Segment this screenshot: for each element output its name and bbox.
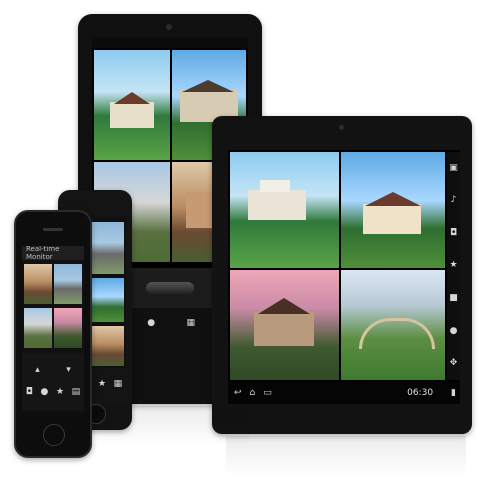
record-icon[interactable]: ● — [147, 318, 155, 328]
mic-icon[interactable]: ♪ — [451, 196, 457, 205]
tablet-nav-bar: ↩ ⌂ ▭ 06:30 ▮ — [228, 382, 460, 404]
android-tablet: ▣ ♪ ◘ ★ ■ ● ✥ ↩ ⌂ ▭ 06:30 ▮ — [212, 116, 472, 434]
camera-feed-7[interactable] — [230, 270, 339, 380]
ipad-scroll-handle[interactable] — [146, 282, 194, 294]
grid-icon[interactable]: ▦ — [114, 379, 123, 389]
record-icon[interactable]: ● — [41, 388, 49, 397]
iphone-controls: ▴ ▾ ◘ ● ★ ▤ — [22, 354, 84, 410]
camera-feed-6[interactable] — [341, 152, 445, 268]
ipad-status-bar — [92, 38, 248, 48]
camera-icon[interactable]: ▣ — [449, 163, 458, 173]
iphone-home-button[interactable] — [43, 424, 65, 446]
iphone-screen: Real-time Monitor ▴ ▾ ◘ ● ★ ▤ — [22, 246, 84, 412]
record-icon[interactable]: ● — [450, 326, 458, 336]
star-icon[interactable]: ★ — [449, 261, 457, 270]
snapshot-icon[interactable]: ◘ — [26, 388, 33, 397]
tablet-right-sidebar: ▣ ♪ ◘ ★ ■ ● ✥ — [447, 152, 460, 380]
home-icon[interactable]: ⌂ — [250, 388, 256, 398]
back-icon[interactable]: ↩ — [234, 388, 242, 398]
zoom-in-icon[interactable]: ▴ — [35, 366, 40, 375]
camera-feed-13[interactable] — [54, 264, 82, 304]
recent-apps-icon[interactable]: ▭ — [263, 388, 272, 398]
camera-feed-11[interactable] — [92, 326, 124, 366]
iphone-device: Real-time Monitor ▴ ▾ ◘ ● ★ ▤ — [14, 210, 92, 458]
camera-feed-12[interactable] — [24, 264, 52, 304]
iphone-speaker — [43, 228, 63, 231]
iphone-title-bar: Real-time Monitor — [22, 246, 84, 261]
zoom-out-icon[interactable]: ▾ — [66, 366, 71, 375]
tablet-reflection — [226, 436, 466, 476]
camera-feed-10[interactable] — [92, 278, 124, 322]
grid-icon[interactable]: ▦ — [187, 318, 196, 328]
camera-feed-8[interactable] — [341, 270, 445, 380]
settings-icon[interactable]: ▤ — [72, 388, 81, 397]
tablet-camera — [339, 125, 344, 130]
iphone-app-title: Real-time Monitor — [26, 246, 60, 261]
camera-feed-9[interactable] — [92, 222, 124, 274]
status-time: 06:30 — [407, 388, 434, 398]
camera-feed-1[interactable] — [94, 50, 170, 160]
ptz-icon[interactable]: ✥ — [450, 359, 458, 368]
stop-icon[interactable]: ■ — [449, 294, 458, 303]
snapshot-icon[interactable]: ◘ — [450, 228, 457, 238]
star-icon[interactable]: ★ — [98, 379, 106, 389]
camera-feed-5[interactable] — [230, 152, 339, 268]
tablet-screen: ▣ ♪ ◘ ★ ■ ● ✥ ↩ ⌂ ▭ 06:30 ▮ — [228, 150, 460, 404]
camera-feed-15[interactable] — [54, 308, 82, 348]
signal-icon: ▮ — [451, 387, 456, 398]
ipad-camera — [166, 24, 172, 30]
star-icon[interactable]: ★ — [56, 388, 64, 397]
camera-feed-14[interactable] — [24, 308, 52, 348]
